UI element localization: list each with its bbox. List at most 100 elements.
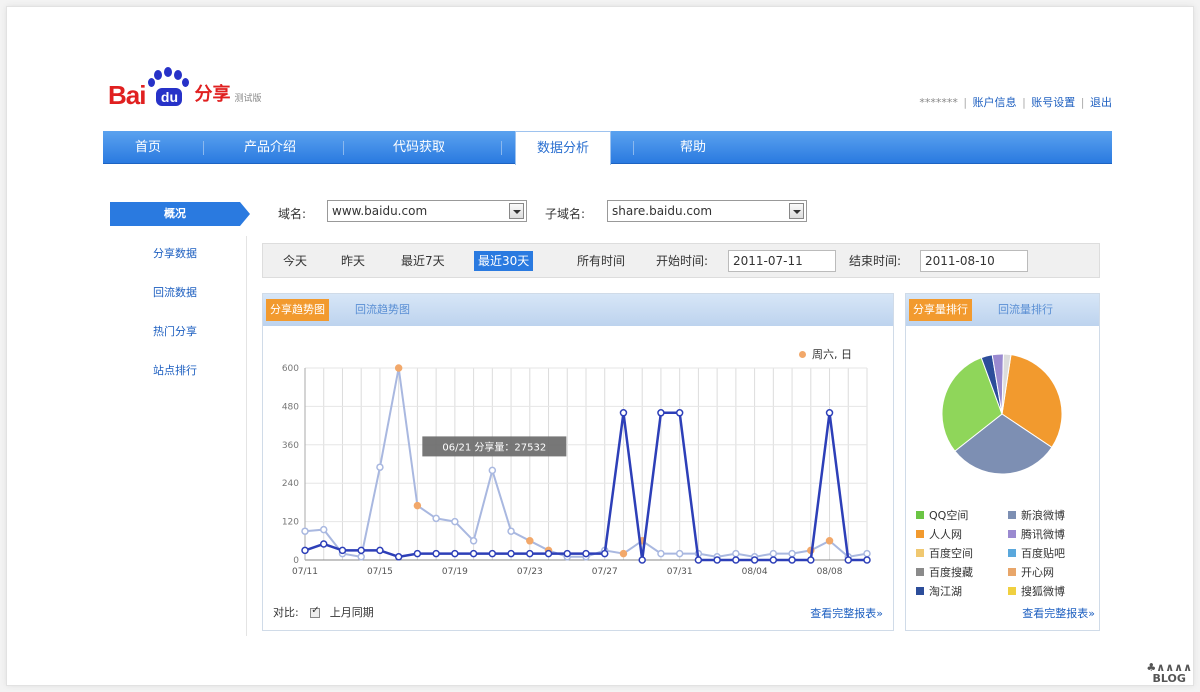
range-30days-button[interactable]: 最近30天 [474,251,534,271]
data-point [413,501,422,510]
domain-select[interactable]: www.baidu.com [327,200,527,222]
compare-label: 对比: [273,606,299,619]
compare-control: 对比: 上月同期 [273,604,374,620]
legend-swatch [1008,511,1016,519]
pie-legend-item: 百度搜藏 [916,564,973,580]
logo-bai-text: Bai [108,80,146,110]
end-date-label: 结束时间: [849,254,902,268]
pie-legend-item: 百度空间 [916,545,973,561]
sidebar-item-overview[interactable]: 概况 [110,202,240,226]
logo-du-text: du [156,88,183,106]
tab-backflow-trend[interactable]: 回流趋势图 [351,299,414,321]
data-point [675,549,684,558]
tab-share-ranking[interactable]: 分享量排行 [909,299,972,321]
logout-link[interactable]: 退出 [1090,96,1112,109]
data-point [526,549,534,558]
pie-full-report-link[interactable]: 查看完整报表» [1022,605,1095,621]
range-today-button[interactable]: 今天 [279,251,311,271]
data-point [863,556,871,564]
legend-swatch [1008,530,1016,538]
nav-home[interactable]: 首页 [103,131,193,164]
sidebar-item-backflow-data[interactable]: 回流数据 [110,281,240,305]
data-point [582,549,590,558]
legend-label: 百度空间 [929,547,973,560]
username-masked: ******* [919,96,958,109]
data-point [863,549,871,558]
range-yesterday-button[interactable]: 昨天 [337,251,369,271]
start-date-input[interactable]: 2011-07-11 [728,250,836,272]
subdomain-select[interactable]: share.baidu.com [607,200,807,222]
legend-label: 百度贴吧 [1021,547,1065,560]
sidebar-item-share-data[interactable]: 分享数据 [110,242,240,266]
x-tick-label: 07/27 [592,567,618,577]
logo-product-text: 分享 [194,84,231,105]
data-point [338,546,347,555]
pie-legend-item: 腾讯微博 [1008,526,1065,542]
account-info-link[interactable]: 账户信息 [973,96,1017,109]
range-7days-button[interactable]: 最近7天 [397,251,449,271]
legend-label: 淘江湖 [929,585,962,598]
chevron-down-icon[interactable] [789,203,804,219]
domain-label: 域名: [278,207,307,221]
pie-legend-item: 开心网 [1008,564,1054,580]
legend-label: QQ空间 [929,509,969,522]
legend-label: 新浪微博 [1021,509,1065,522]
data-point [619,409,628,417]
range-alltime-button[interactable]: 所有时间 [573,251,629,271]
legend-swatch [916,568,924,576]
data-point [657,549,665,558]
tab-backflow-ranking[interactable]: 回流量排行 [994,299,1057,321]
end-date-input[interactable]: 2011-08-10 [920,250,1028,272]
subdomain-label: 子域名: [545,207,586,221]
data-point [732,549,740,558]
data-point [319,540,328,548]
subdomain-value: share.baidu.com [612,204,713,218]
pie-legend-item: 淘江湖 [916,583,962,599]
legend-label: 腾讯微博 [1021,528,1065,541]
data-point [732,556,740,564]
trend-panel: 分享趋势图 回流趋势图 周六, 日 0 120 240 360 480 600 07/11 0… [262,293,894,631]
pie-legend-item: 搜狐微博 [1008,583,1065,599]
data-point [788,549,796,558]
data-point [432,514,440,523]
site-settings-link[interactable]: 账号设置 [1031,96,1075,109]
x-tick-label: 08/04 [742,567,768,577]
data-point [319,525,328,534]
date-range-bar: 今天 昨天 最近7天 最近30天 所有时间 开始时间: 2011-07-11 结… [262,243,1100,278]
pie-panel-header: 分享量排行 回流量排行 [906,294,1099,326]
data-point [376,463,384,471]
data-point [713,556,721,564]
chevron-down-icon[interactable] [509,203,524,219]
legend-swatch [1008,568,1016,576]
data-point [638,556,646,564]
x-tick-label: 08/08 [817,567,843,577]
nav-help[interactable]: 帮助 [648,131,738,164]
nav-data-analysis[interactable]: 数据分析 [515,131,611,165]
paw-icon: du [146,67,192,110]
pie-legend-item: QQ空间 [916,507,968,523]
data-point [507,549,515,558]
nav-get-code[interactable]: 代码获取 [359,131,479,164]
y-tick-label: 240 [282,479,299,489]
x-tick-label: 07/19 [442,567,468,577]
baidu-share-logo[interactable]: Bai du 分享 测试版 [108,62,261,110]
pie-panel: 分享量排行 回流量排行 QQ空间 新浪微博 人人网 腾讯微博 百度空间 百度贴吧 百度搜藏 开… [905,293,1100,631]
share-pie-chart [941,353,1063,475]
nav-products[interactable]: 产品介绍 [215,131,325,164]
user-links: ******* | 账户信息 | 账号设置 | 退出 [919,96,1112,109]
pie-legend-item: 百度贴吧 [1008,545,1065,561]
sidebar-item-hot-shares[interactable]: 热门分享 [110,320,240,344]
sidebar-item-site-ranking[interactable]: 站点排行 [110,359,240,383]
compare-checkbox[interactable] [310,605,321,618]
domain-value: www.baidu.com [332,204,428,218]
pie-legend-item: 新浪微博 [1008,507,1065,523]
legend-swatch [1008,549,1016,557]
data-point [451,549,459,558]
trend-full-report-link[interactable]: 查看完整报表» [810,605,883,621]
legend-swatch [1008,587,1016,595]
data-point [301,527,309,535]
y-tick-label: 600 [282,364,299,374]
y-tick-label: 480 [282,402,299,412]
main-nav: 首页 产品介绍 代码获取 数据分析 帮助 [103,131,1112,165]
tab-share-trend[interactable]: 分享趋势图 [266,299,329,321]
